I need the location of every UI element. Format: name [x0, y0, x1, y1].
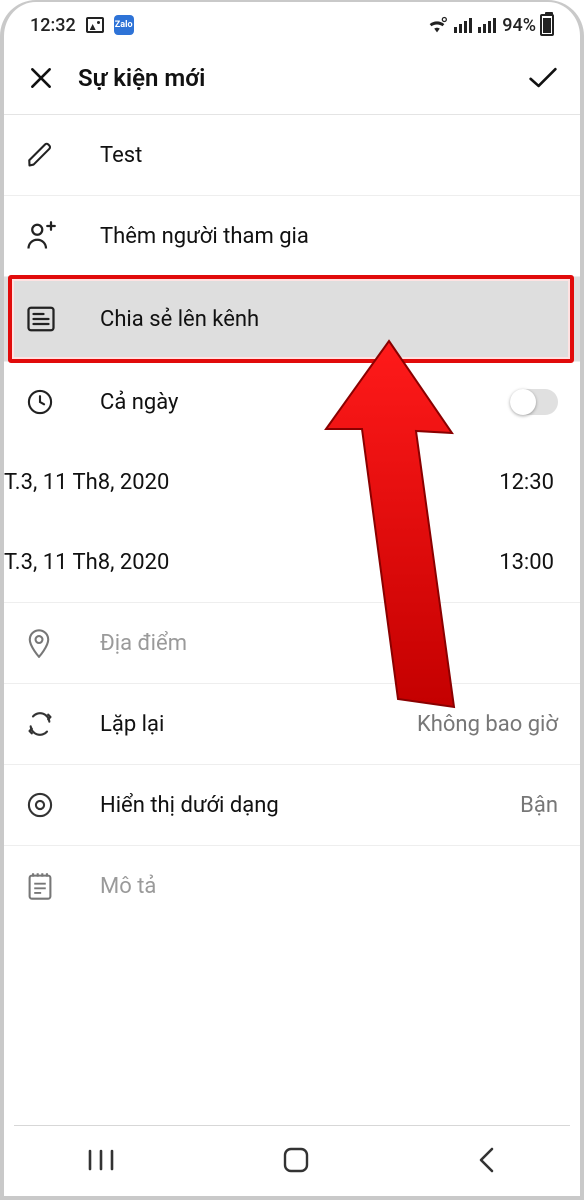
wifi-icon	[426, 16, 448, 34]
repeat-label: Lặp lại	[74, 712, 417, 737]
start-time: 12:30	[499, 470, 554, 495]
gallery-icon	[86, 17, 104, 33]
location-label: Địa điểm	[74, 631, 558, 656]
nav-home[interactable]	[282, 1146, 310, 1174]
event-title-value: Test	[74, 143, 558, 168]
all-day-toggle[interactable]	[510, 389, 558, 415]
location-icon	[26, 628, 74, 658]
battery-pct: 94%	[502, 15, 536, 36]
share-channel-label: Chia sẻ lên kênh	[74, 307, 558, 332]
end-time: 13:00	[499, 550, 554, 575]
page-title: Sự kiện mới	[78, 64, 205, 92]
add-participants-row[interactable]: Thêm người tham gia	[4, 196, 580, 276]
share-channel-row[interactable]: Chia sẻ lên kênh	[4, 277, 580, 361]
location-row[interactable]: Địa điểm	[4, 603, 580, 683]
repeat-icon	[26, 710, 74, 738]
pencil-icon	[26, 141, 74, 169]
add-participants-label: Thêm người tham gia	[74, 224, 558, 249]
nav-divider	[14, 1125, 570, 1126]
clock-icon	[26, 388, 74, 416]
start-date: T.3, 11 Th8, 2020	[4, 470, 169, 495]
nav-recents[interactable]	[87, 1148, 115, 1172]
description-row[interactable]: Mô tả	[4, 846, 580, 926]
signal-icon-2	[478, 17, 496, 33]
event-title-row[interactable]: Test	[4, 115, 580, 195]
show-as-row[interactable]: Hiển thị dưới dạng Bận	[4, 765, 580, 845]
confirm-button[interactable]	[528, 63, 558, 93]
battery-icon: 94%	[502, 14, 554, 36]
notes-icon	[26, 871, 74, 901]
signal-icon-1	[454, 17, 472, 33]
status-time: 12:32	[30, 15, 76, 36]
all-day-label: Cả ngày	[74, 390, 510, 415]
nav-back[interactable]	[477, 1146, 497, 1174]
person-add-icon	[26, 221, 74, 251]
system-nav	[4, 1130, 580, 1190]
show-as-icon	[26, 791, 74, 819]
app-header: Sự kiện mới	[4, 42, 580, 114]
end-datetime-row[interactable]: T.3, 11 Th8, 2020 13:00	[4, 522, 580, 602]
zalo-icon: Zalo	[114, 15, 134, 35]
channel-icon	[26, 305, 74, 333]
repeat-row[interactable]: Lặp lại Không bao giờ	[4, 684, 580, 764]
repeat-value: Không bao giờ	[417, 712, 558, 737]
description-label: Mô tả	[74, 874, 558, 899]
all-day-row[interactable]: Cả ngày	[4, 362, 580, 442]
close-button[interactable]	[26, 63, 56, 93]
show-as-value: Bận	[520, 793, 558, 818]
end-date: T.3, 11 Th8, 2020	[4, 550, 169, 575]
show-as-label: Hiển thị dưới dạng	[74, 793, 520, 818]
status-bar: 12:32 Zalo 94%	[4, 2, 580, 42]
start-datetime-row[interactable]: T.3, 11 Th8, 2020 12:30	[4, 442, 580, 522]
